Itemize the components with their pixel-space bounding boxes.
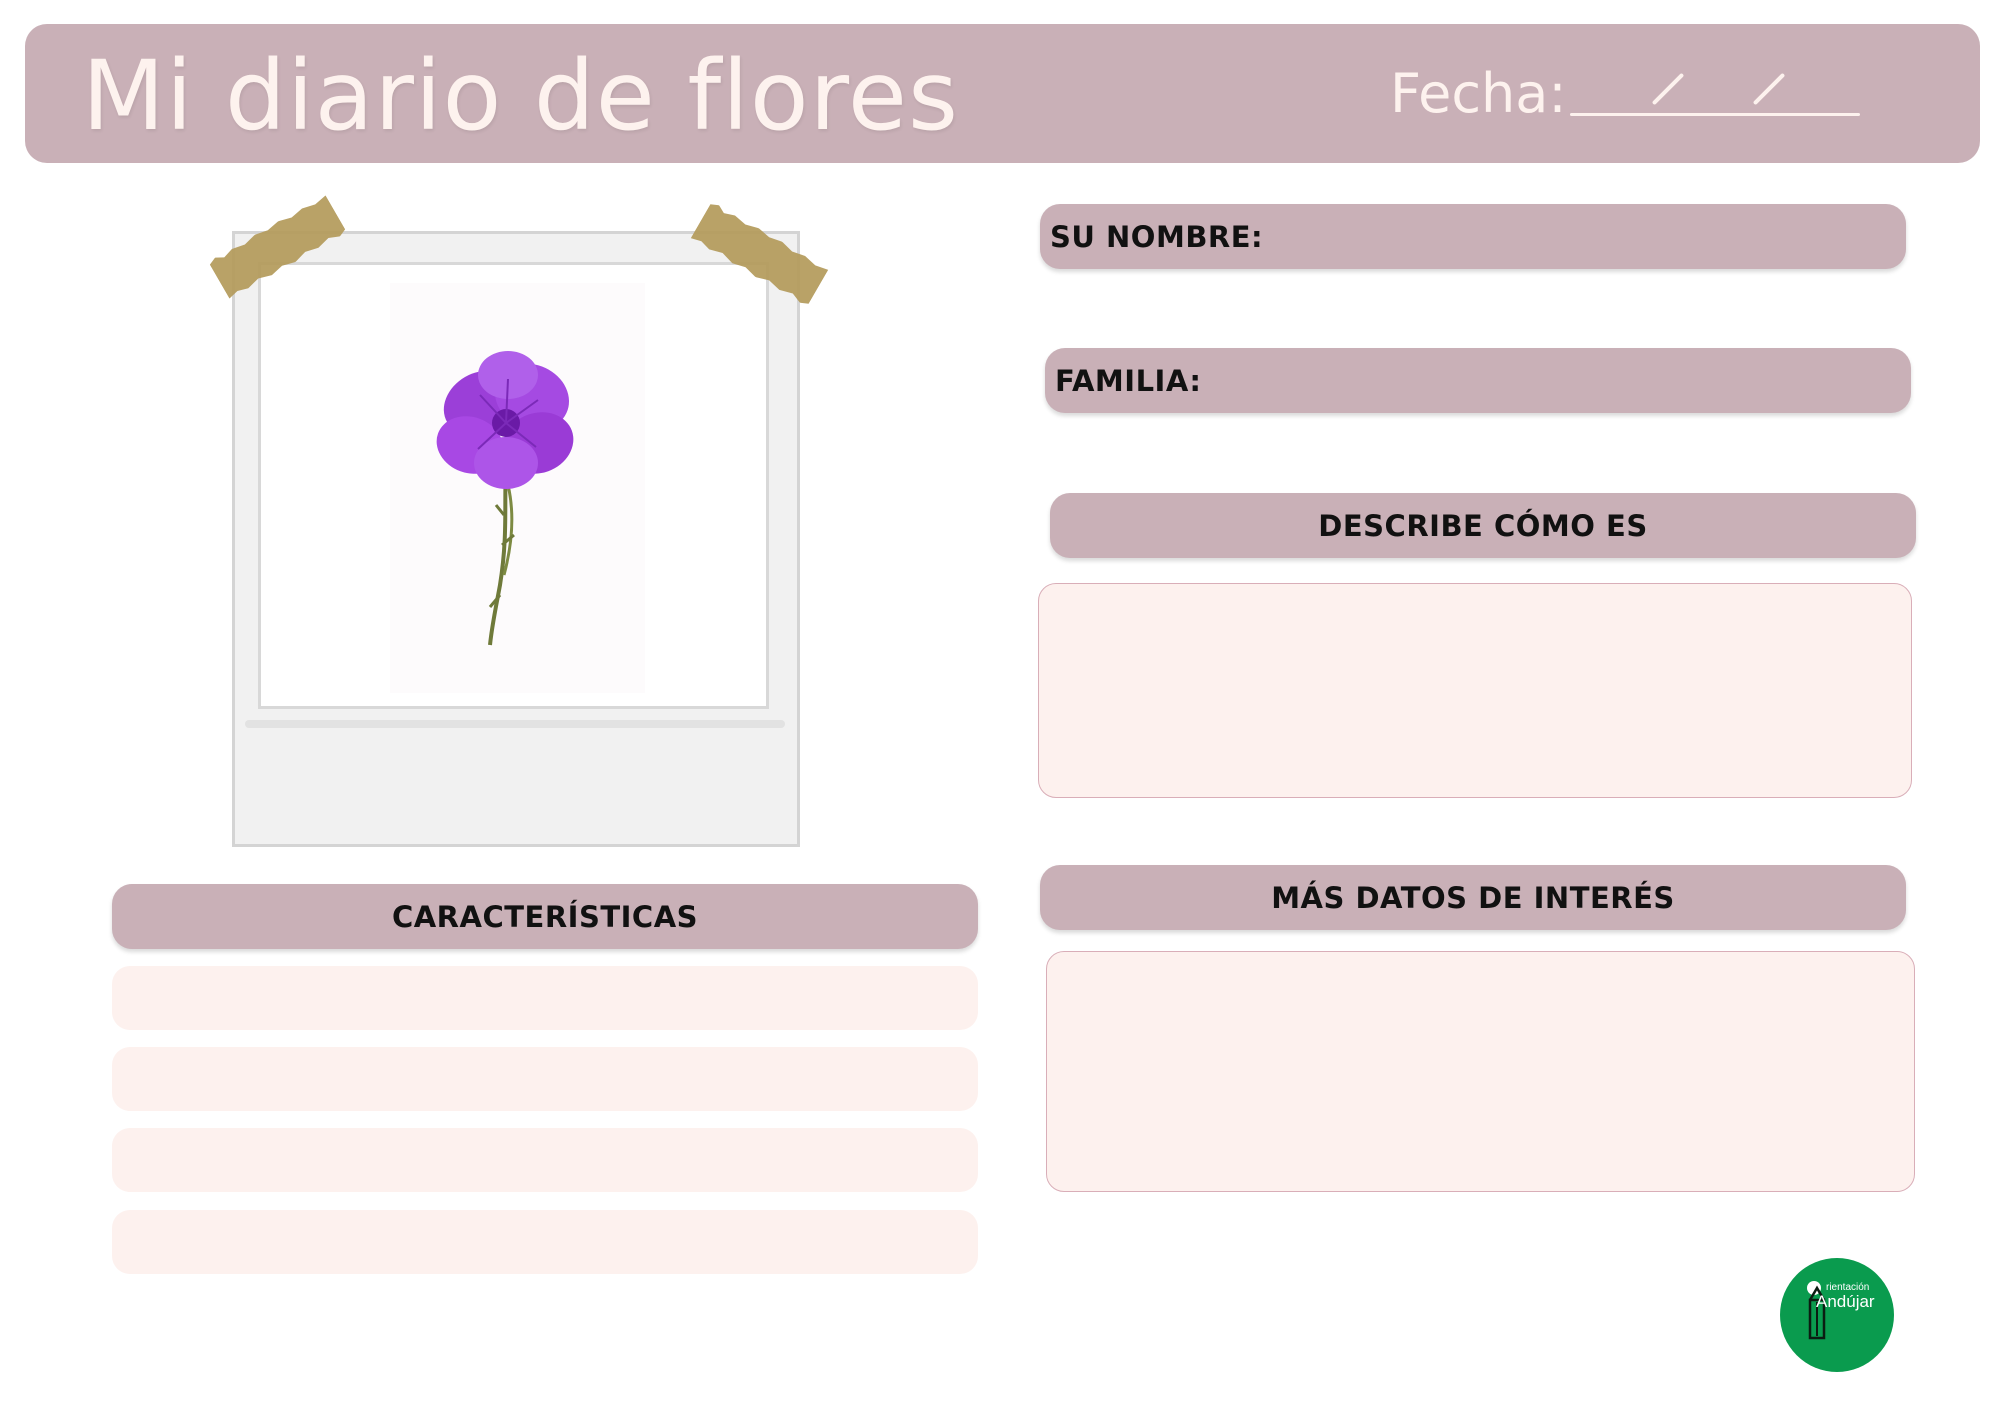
characteristic-line-4[interactable] [112,1210,978,1274]
characteristics-header: CARACTERÍSTICAS [112,884,978,949]
frame-divider [245,720,785,728]
more-data-header: MÁS DATOS DE INTERÉS [1040,865,1906,930]
flower-icon [436,351,574,646]
date-label: Fecha: [1390,62,1567,125]
describe-label: DESCRIBE CÓMO ES [1318,508,1648,543]
describe-header: DESCRIBE CÓMO ES [1050,493,1916,558]
logo-text-bottom: Andújar [1816,1292,1875,1311]
characteristics-label: CARACTERÍSTICAS [391,899,699,934]
family-label: FAMILIA: [1055,363,1202,398]
page-title: Mi diario de flores [82,40,959,152]
name-field[interactable]: SU NOMBRE: [1040,204,1906,269]
characteristic-line-2[interactable] [112,1047,978,1111]
name-label: SU NOMBRE: [1050,219,1264,254]
date-field-line[interactable] [1570,113,1860,116]
more-data-textarea[interactable] [1046,951,1915,1192]
describe-textarea[interactable] [1038,583,1912,798]
family-field[interactable]: FAMILIA: [1045,348,1911,413]
characteristic-line-3[interactable] [112,1128,978,1192]
characteristic-line-1[interactable] [112,966,978,1030]
more-data-label: MÁS DATOS DE INTERÉS [1271,880,1675,915]
